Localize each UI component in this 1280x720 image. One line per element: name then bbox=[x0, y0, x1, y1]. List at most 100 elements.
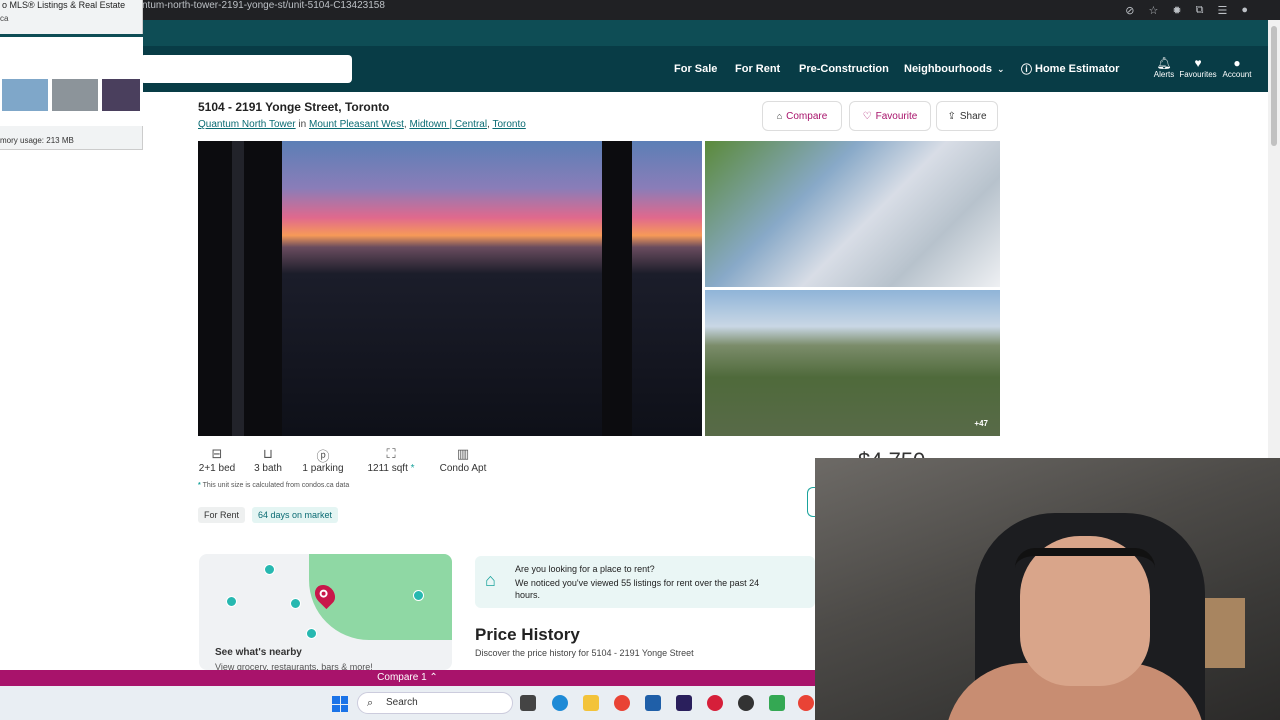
price-history-title: Price History bbox=[475, 625, 580, 644]
stat-bath-label: 3 bath bbox=[254, 463, 282, 474]
city-link[interactable]: Toronto bbox=[492, 119, 525, 130]
compare-bar[interactable]: Compare 1 ⌃ bbox=[0, 670, 815, 686]
app-icon[interactable] bbox=[707, 695, 723, 711]
nav-for-rent[interactable]: For Rent bbox=[735, 46, 780, 92]
chrome-icon-2[interactable] bbox=[798, 695, 814, 711]
alerts-label: Alerts bbox=[1153, 70, 1175, 79]
house-search-icon: ⌂ bbox=[485, 570, 496, 590]
tab-preview-title: o MLS® Listings & Real Estate bbox=[2, 0, 126, 10]
page-scrollbar[interactable] bbox=[1268, 20, 1280, 458]
stat-parking: ⓟ 1 parking bbox=[298, 446, 348, 474]
rent-prompt-question: Are you looking for a place to rent? bbox=[515, 564, 655, 574]
edge-icon[interactable] bbox=[552, 695, 568, 711]
site-header: For Sale For Rent Pre-Construction Neigh… bbox=[0, 46, 1268, 92]
chevron-down-icon: ⌄ bbox=[997, 63, 1005, 74]
unit-size-note-mark: * bbox=[198, 482, 201, 489]
stat-sqft-label: 1211 sqft bbox=[367, 463, 408, 474]
area-icon: ⛶ bbox=[386, 446, 396, 461]
stat-sqft: ⛶ 1211 sqft * bbox=[366, 446, 416, 474]
extension-icon[interactable]: ✹ bbox=[1172, 4, 1181, 17]
star-icon[interactable]: ☆ bbox=[1149, 4, 1159, 17]
nav-neighbourhoods[interactable]: Neighbourhoods ⌄ bbox=[904, 46, 1005, 92]
map-poi-dot bbox=[413, 590, 424, 601]
neighbourhood-link[interactable]: Mount Pleasant West bbox=[309, 119, 404, 130]
stat-bed-label: 2+1 bed bbox=[198, 463, 236, 474]
tab-preview-thumbnail bbox=[0, 34, 143, 126]
share-label: Share bbox=[959, 110, 987, 122]
stat-bed: ⊟ 2+1 bed bbox=[198, 446, 236, 474]
tab-preview-memory: mory usage: 213 MB bbox=[0, 136, 74, 145]
listing-address: 5104 - 2191 Yonge Street, Toronto bbox=[198, 100, 390, 114]
nav-neighbourhoods-label: Neighbourhoods bbox=[904, 63, 992, 75]
share-button[interactable]: ⇪ Share bbox=[936, 101, 998, 131]
location-in: in bbox=[298, 119, 307, 130]
map-poi-dot bbox=[290, 598, 301, 609]
stat-bath: ⊔ 3 bath bbox=[250, 446, 286, 474]
unit-size-note: * This unit size is calculated from cond… bbox=[198, 482, 349, 489]
tab-preview-popup: o MLS® Listings & Real Estate ca mory us… bbox=[0, 0, 143, 150]
site-top-bar bbox=[0, 20, 1280, 46]
nav-for-sale[interactable]: For Sale bbox=[674, 46, 717, 92]
listing-location: Quantum North Tower in Mount Pleasant We… bbox=[198, 119, 526, 130]
compare-icon: ⌂ bbox=[776, 111, 783, 121]
info-icon: ⓘ bbox=[1021, 64, 1032, 76]
file-explorer-icon[interactable] bbox=[583, 695, 599, 711]
building-icon: ▥ bbox=[456, 446, 470, 461]
webcam-overlay bbox=[815, 458, 1280, 720]
obs-icon[interactable] bbox=[738, 695, 754, 711]
building-photo[interactable] bbox=[705, 141, 1000, 287]
search-icon: ⌕ bbox=[367, 697, 374, 709]
heart-icon: ♥ bbox=[1194, 56, 1202, 70]
map-poi-dot bbox=[226, 596, 237, 607]
favourite-button[interactable]: ♡ Favourite bbox=[849, 101, 931, 131]
chevron-up-icon: ⌃ bbox=[429, 672, 438, 683]
favourite-label: Favourite bbox=[875, 110, 918, 122]
window-frame bbox=[602, 141, 632, 436]
days-on-market-badge: 64 days on market bbox=[252, 507, 339, 523]
user-icon: ● bbox=[1233, 56, 1241, 70]
map-poi-dot bbox=[264, 564, 275, 575]
search-input[interactable] bbox=[140, 55, 352, 83]
drive-icon[interactable] bbox=[769, 695, 785, 711]
nav-pre-construction[interactable]: Pre-Construction bbox=[799, 46, 889, 92]
building-link[interactable]: Quantum North Tower bbox=[198, 119, 296, 130]
status-badge: For Rent bbox=[198, 507, 246, 523]
price-history-subtitle: Discover the price history for 5104 - 21… bbox=[475, 648, 694, 658]
map-card-subtitle: View grocery, restaurants, bars & more! bbox=[215, 662, 373, 670]
favourites-button[interactable]: ♥ Favourites bbox=[1176, 56, 1220, 79]
stat-sqft-mark: * bbox=[410, 463, 415, 474]
heart-outline-icon: ♡ bbox=[862, 110, 872, 122]
account-button[interactable]: ● Account bbox=[1215, 56, 1259, 79]
taskbar-search-label: Search bbox=[386, 697, 418, 708]
task-view-icon[interactable] bbox=[520, 695, 536, 711]
scrollbar-thumb[interactable] bbox=[1271, 26, 1277, 146]
profile-icon[interactable]: ● bbox=[1241, 4, 1248, 16]
headphones bbox=[1015, 548, 1155, 568]
rent-prompt: ⌂ Are you looking for a place to rent? W… bbox=[475, 556, 815, 608]
map-card-title: See what's nearby bbox=[215, 647, 302, 658]
account-label: Account bbox=[1222, 70, 1252, 79]
puzzle-icon[interactable]: ⧉ bbox=[1196, 4, 1204, 17]
compare-button[interactable]: ⌂ Compare bbox=[762, 101, 842, 131]
premiere-icon[interactable] bbox=[676, 695, 692, 711]
stat-type: ▥ Condo Apt bbox=[434, 446, 492, 474]
window-frame bbox=[232, 141, 244, 436]
photo-count[interactable]: +47 bbox=[974, 419, 988, 428]
rent-prompt-detail: We noticed you've viewed 55 listings for… bbox=[515, 578, 760, 600]
main-photo[interactable] bbox=[198, 141, 702, 436]
nearby-map-card[interactable]: See what's nearby View grocery, restaura… bbox=[199, 554, 452, 670]
chrome-icon[interactable] bbox=[614, 695, 630, 711]
region-link[interactable]: Midtown | Central bbox=[409, 119, 487, 130]
bath-icon: ⊔ bbox=[262, 446, 274, 461]
favourites-label: Favourites bbox=[1179, 70, 1217, 79]
calculator-icon[interactable] bbox=[645, 695, 661, 711]
view-photo[interactable]: +47 bbox=[705, 290, 1000, 436]
menu-icon[interactable]: ☰ bbox=[1217, 4, 1227, 17]
windows-start-icon[interactable] bbox=[332, 696, 348, 712]
address-bar[interactable]: ntum-north-tower-2191-yonge-st/unit-5104… bbox=[142, 0, 385, 20]
taskbar-search[interactable]: ⌕ Search bbox=[357, 692, 513, 714]
eye-off-icon[interactable]: ⊘ bbox=[1125, 4, 1134, 17]
parking-icon: ⓟ bbox=[316, 449, 330, 464]
nav-home-estimator[interactable]: ⓘ Home Estimator bbox=[1021, 46, 1119, 92]
browser-toolbar: ntum-north-tower-2191-yonge-st/unit-5104… bbox=[0, 0, 1280, 20]
